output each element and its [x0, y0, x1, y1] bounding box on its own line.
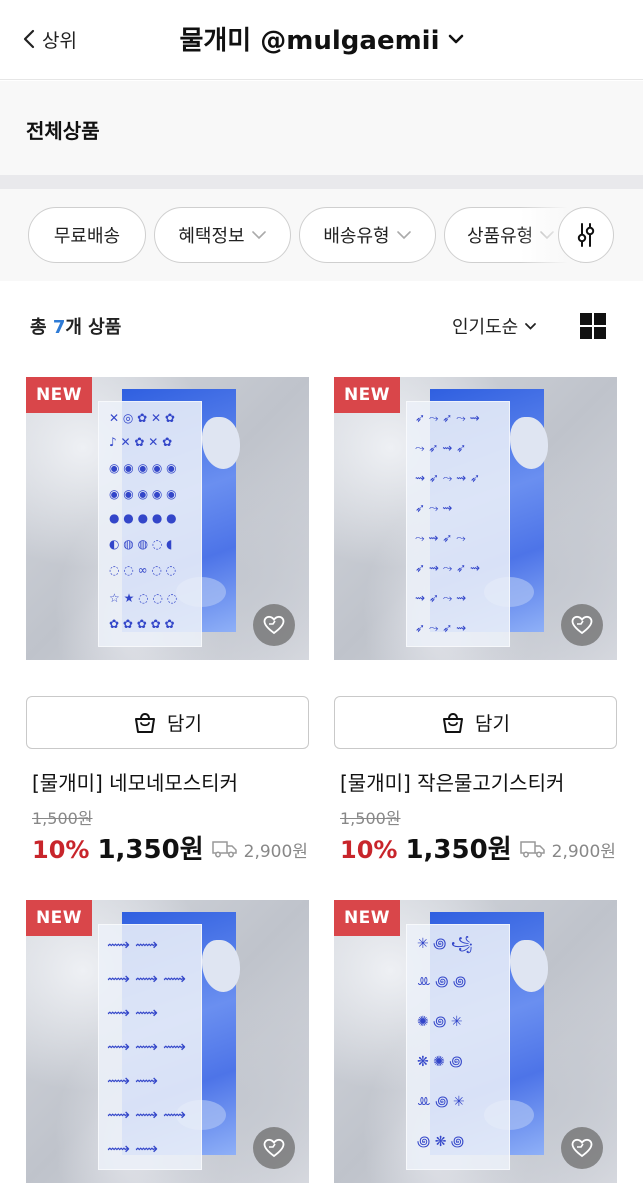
filter-delivery-type[interactable]: 배송유형 — [299, 207, 436, 263]
wishlist-button[interactable] — [561, 604, 603, 646]
original-price: 1,500원 — [32, 809, 93, 828]
wishlist-button[interactable] — [253, 604, 295, 646]
cart-label: 담기 — [167, 713, 202, 735]
truck-icon — [211, 841, 237, 858]
product-name[interactable]: [물개미] 네모네모스티커 — [32, 767, 238, 796]
category-label[interactable]: 전체상품 — [26, 115, 100, 144]
new-badge: NEW — [334, 900, 400, 936]
filter-label: 배송유형 — [323, 226, 390, 247]
price-line: 10% 1,350원 2,900원 — [32, 829, 308, 866]
category-bar: 전체상품 — [0, 81, 643, 175]
truck-icon — [519, 841, 545, 858]
price-line: 10% 1,350원 2,900원 — [340, 829, 616, 866]
sticker-sheet: ✳ ꩜ ꧁ ꔛ ꩜ ꩜ ✺ ꩜ ✳ ❋ ✺ ꩜ ꔛ ꩜ ✳ ꩜ ❋ ꩜ — [406, 924, 510, 1170]
chevron-down-icon — [525, 323, 537, 330]
heart-icon — [263, 615, 285, 635]
filter-benefits[interactable]: 혜택정보 — [154, 207, 291, 263]
filter-label: 무료배송 — [53, 226, 121, 247]
add-to-cart-button[interactable]: 담기 — [334, 696, 617, 749]
discount-rate: 10% — [32, 836, 90, 864]
count-number: 7 — [52, 317, 66, 338]
grid-view-icon[interactable] — [580, 313, 606, 339]
count-suffix: 개 상품 — [65, 317, 122, 338]
heart-icon — [263, 1138, 285, 1158]
new-badge: NEW — [26, 377, 92, 413]
sale-price: 1,350원 — [97, 835, 204, 865]
filter-settings-button[interactable] — [558, 207, 614, 263]
top-header: 상위 물개미 @mulgaemii — [0, 0, 643, 80]
product-summary-row: 총 7개 상품 인기도순 — [0, 281, 643, 371]
product-image[interactable]: ✳ ꩜ ꧁ ꔛ ꩜ ꩜ ✺ ꩜ ✳ ❋ ✺ ꩜ ꔛ ꩜ ✳ ꩜ ❋ ꩜ NEW — [334, 900, 617, 1183]
shipping-fee: 2,900원 — [243, 841, 308, 862]
count-prefix: 총 — [30, 317, 53, 338]
shopping-bag-icon — [135, 712, 156, 733]
filter-free-shipping[interactable]: 무료배송 — [28, 207, 146, 263]
product-image[interactable]: ⟿ ⟿ ⟿ ⟿ ⟿ ⟿ ⟿ ⟿ ⟿ ⟿ ⟿ ⟿ ⟿ ⟿ ⟿ ⟿ ⟿ NEW — [26, 900, 309, 1183]
product-image[interactable]: ✕ ◎ ✿ ✕ ✿ ♪ ✕ ✿ ✕ ✿ ◉ ◉ ◉ ◉ ◉ ◉ ◉ ◉ ◉ ◉ … — [26, 377, 309, 660]
sticker-sheet: ⟿ ⟿ ⟿ ⟿ ⟿ ⟿ ⟿ ⟿ ⟿ ⟿ ⟿ ⟿ ⟿ ⟿ ⟿ ⟿ ⟿ — [98, 924, 202, 1170]
heart-icon — [571, 615, 593, 635]
chevron-down-icon — [448, 34, 463, 43]
new-badge: NEW — [334, 377, 400, 413]
shop-title: 물개미 @mulgaemii — [179, 26, 440, 56]
sticker-sheet: ➶ ⤳ ➶ ⤳ ⇝ ⤳ ➶ ⇝ ➶ ⇝ ➶ ⤳ ⇝ ➶ ➶ ⤳ ⇝ ⤳ ⇝ ➶ … — [406, 401, 510, 647]
shipping-info: 2,900원 — [519, 837, 616, 862]
shipping-info: 2,900원 — [211, 837, 308, 862]
filter-label: 혜택정보 — [178, 226, 245, 247]
discount-rate: 10% — [340, 836, 398, 864]
add-to-cart-button[interactable]: 담기 — [26, 696, 309, 749]
sale-price: 1,350원 — [405, 835, 512, 865]
product-image[interactable]: ➶ ⤳ ➶ ⤳ ⇝ ⤳ ➶ ⇝ ➶ ⇝ ➶ ⤳ ⇝ ➶ ➶ ⤳ ⇝ ⤳ ⇝ ➶ … — [334, 377, 617, 660]
sticker-sheet: ✕ ◎ ✿ ✕ ✿ ♪ ✕ ✿ ✕ ✿ ◉ ◉ ◉ ◉ ◉ ◉ ◉ ◉ ◉ ◉ … — [98, 401, 202, 647]
filter-row: 무료배송 혜택정보 배송유형 상품유형 — [0, 189, 643, 281]
wishlist-button[interactable] — [561, 1127, 603, 1169]
heart-icon — [571, 1138, 593, 1158]
wishlist-button[interactable] — [253, 1127, 295, 1169]
sort-dropdown[interactable]: 인기도순 — [452, 313, 537, 339]
new-badge: NEW — [26, 900, 92, 936]
shop-title-dropdown[interactable]: 물개미 @mulgaemii — [0, 20, 643, 57]
chevron-down-icon — [396, 231, 411, 240]
product-count: 총 7개 상품 — [30, 313, 121, 339]
original-price: 1,500원 — [340, 809, 401, 828]
cart-label: 담기 — [475, 713, 510, 735]
section-divider — [0, 175, 643, 189]
shipping-fee: 2,900원 — [551, 841, 616, 862]
sort-label: 인기도순 — [452, 317, 519, 338]
sliders-icon — [577, 223, 595, 247]
shopping-bag-icon — [443, 712, 464, 733]
chevron-down-icon — [251, 231, 266, 240]
product-name[interactable]: [물개미] 작은물고기스티커 — [340, 767, 564, 796]
